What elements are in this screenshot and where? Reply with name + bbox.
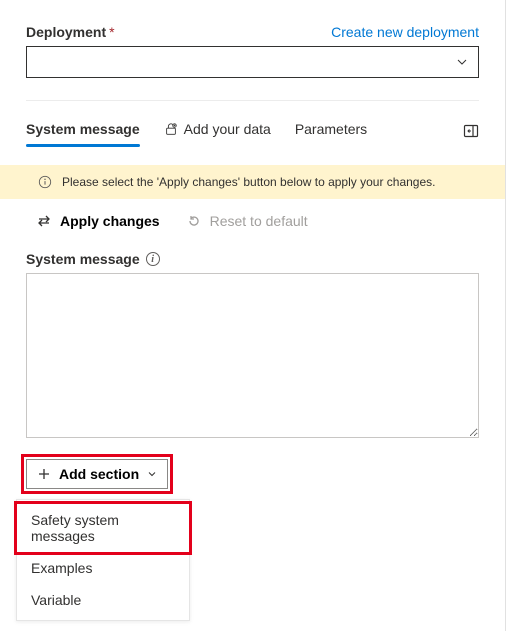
tab-label: Parameters [295,121,367,137]
reset-label: Reset to default [210,213,308,229]
reset-icon [186,213,202,229]
tab-label: System message [26,121,140,137]
info-icon [38,175,52,189]
deployment-select[interactable] [26,46,479,78]
tabs: System message Add your data Parameters [26,115,479,147]
deployment-label: Deployment [26,24,106,40]
system-message-label: System message [26,251,140,267]
apply-changes-notice: Please select the 'Apply changes' button… [0,165,505,199]
reset-to-default-button: Reset to default [186,213,308,229]
menu-item-examples[interactable]: Examples [17,552,189,584]
add-section-menu: Safety system messages Examples Variable [16,499,190,621]
chevron-down-icon [147,469,157,479]
tab-add-your-data[interactable]: Add your data [164,115,271,147]
add-section-button[interactable]: Add section [26,459,168,489]
tab-parameters[interactable]: Parameters [295,115,367,147]
required-asterisk: * [109,24,114,40]
info-icon[interactable]: i [146,252,160,266]
tab-system-message[interactable]: System message [26,115,140,147]
swap-icon [36,213,52,229]
tab-label: Add your data [184,121,271,137]
system-message-textarea[interactable] [26,273,479,438]
apply-label: Apply changes [60,213,160,229]
plus-icon [37,467,51,481]
add-section-label: Add section [59,466,139,482]
menu-item-safety-system-messages[interactable]: Safety system messages [17,504,189,552]
divider [26,100,479,101]
chevron-down-icon [456,56,468,68]
notice-text: Please select the 'Apply changes' button… [62,175,436,189]
menu-item-variable[interactable]: Variable [17,584,189,616]
create-new-deployment-link[interactable]: Create new deployment [331,24,479,40]
panel-toggle-icon[interactable] [463,123,479,139]
lock-icon [164,122,178,136]
apply-changes-button[interactable]: Apply changes [36,213,160,229]
